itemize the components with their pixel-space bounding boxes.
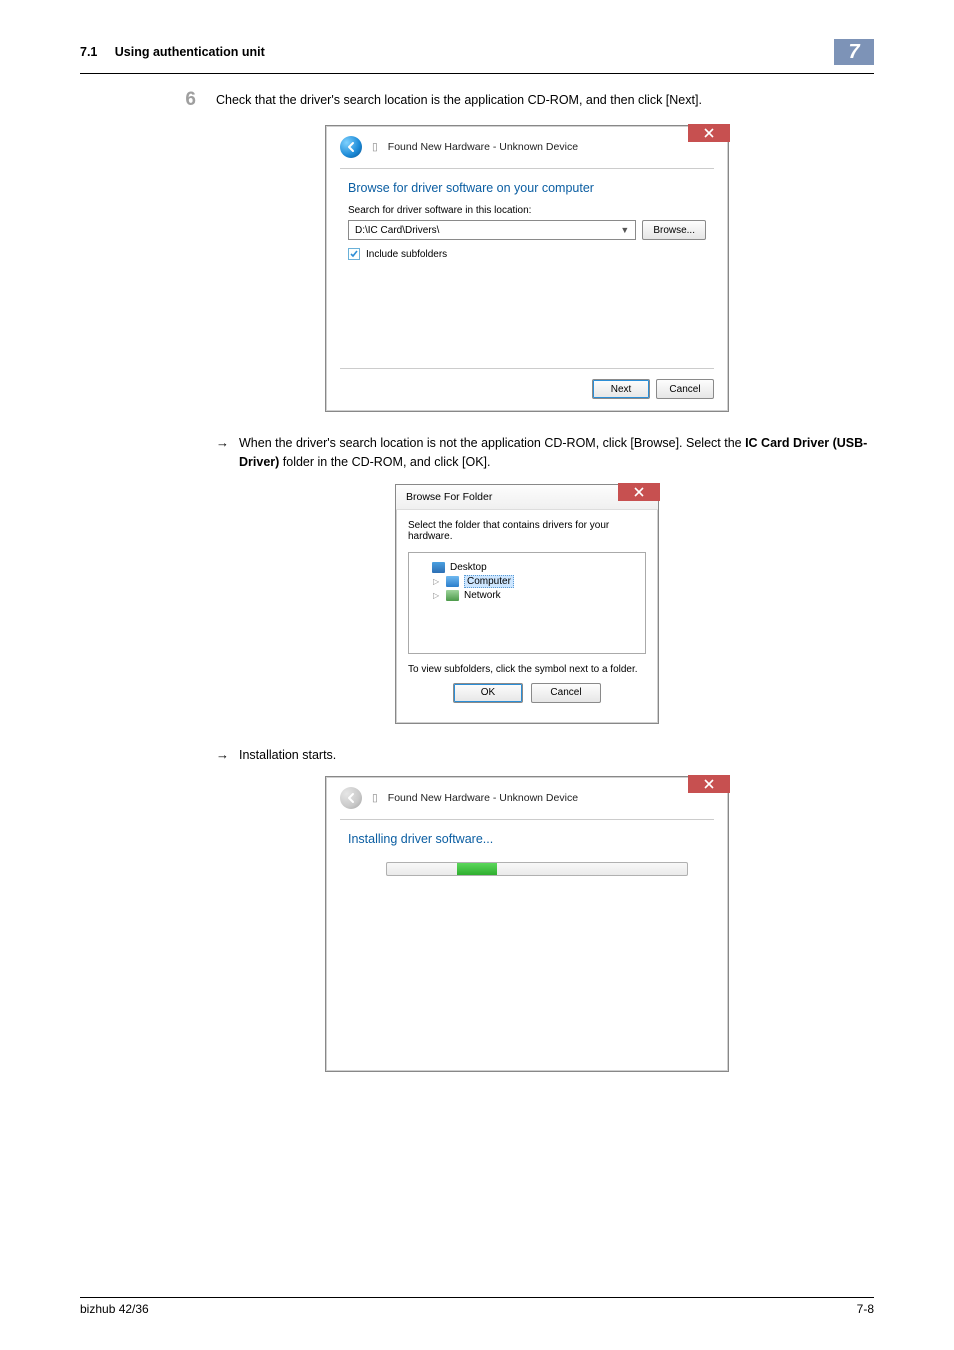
installing-dialog: ▯ Found New Hardware - Unknown Device In… xyxy=(325,776,729,1072)
folder-tree[interactable]: Desktop ▷ Computer ▷ Network xyxy=(408,552,646,654)
expand-icon[interactable]: ▷ xyxy=(433,577,441,586)
browse-button[interactable]: Browse... xyxy=(642,220,706,240)
selected-item: Computer xyxy=(464,575,514,588)
desktop-icon xyxy=(432,562,445,573)
dialog-title: Found New Hardware - Unknown Device xyxy=(388,792,578,804)
footer-product: bizhub 42/36 xyxy=(80,1302,149,1316)
tree-item-computer[interactable]: ▷ Computer xyxy=(419,574,635,589)
search-location-value: D:\IC Card\Drivers\ xyxy=(355,225,439,236)
close-button[interactable] xyxy=(688,124,730,142)
tree-item-desktop[interactable]: Desktop xyxy=(419,561,635,574)
progress-bar xyxy=(386,862,688,876)
section-number: 7.1 xyxy=(80,45,97,59)
dialog-heading: Installing driver software... xyxy=(326,820,728,858)
dialog-hint: To view subfolders, click the symbol nex… xyxy=(408,664,646,675)
step-text: Check that the driver's search location … xyxy=(216,92,702,110)
chapter-number: 7 xyxy=(848,41,859,64)
dialog-title: Found New Hardware - Unknown Device xyxy=(388,141,578,153)
tree-item-network[interactable]: ▷ Network xyxy=(419,589,635,602)
browse-driver-dialog: ▯ Found New Hardware - Unknown Device Br… xyxy=(325,125,729,412)
substep-browse: → When the driver's search location is n… xyxy=(180,434,874,472)
computer-icon xyxy=(446,576,459,587)
back-icon-disabled xyxy=(340,787,362,809)
include-subfolders-label: Include subfolders xyxy=(366,249,447,260)
dialog-message: Select the folder that contains drivers … xyxy=(408,520,646,542)
cancel-button[interactable]: Cancel xyxy=(531,683,601,703)
close-button[interactable] xyxy=(688,775,730,793)
browse-for-folder-dialog: Browse For Folder Select the folder that… xyxy=(395,484,659,724)
cancel-button[interactable]: Cancel xyxy=(656,379,714,399)
section-title: Using authentication unit xyxy=(115,45,265,59)
include-subfolders-checkbox[interactable] xyxy=(348,248,360,260)
footer-page-number: 7-8 xyxy=(857,1302,874,1316)
chevron-down-icon: ▼ xyxy=(620,225,629,235)
network-icon xyxy=(446,590,459,601)
arrow-icon: → xyxy=(216,747,229,762)
back-icon[interactable] xyxy=(340,136,362,158)
progress-indicator xyxy=(457,863,497,875)
substep-text: Installation starts. xyxy=(239,746,336,765)
search-location-combo[interactable]: D:\IC Card\Drivers\ ▼ xyxy=(348,220,636,240)
search-location-label: Search for driver software in this locat… xyxy=(348,205,706,216)
substep-text: When the driver's search location is not… xyxy=(239,434,874,472)
arrow-icon: → xyxy=(216,435,229,450)
page-footer: bizhub 42/36 7-8 xyxy=(80,1297,874,1316)
step-6: 6 Check that the driver's search locatio… xyxy=(180,92,874,111)
page-header: 7.1 Using authentication unit 7 xyxy=(80,45,874,74)
chapter-badge: 7 xyxy=(834,39,874,65)
next-button[interactable]: Next xyxy=(592,379,650,399)
substep-installation: → Installation starts. xyxy=(180,746,874,765)
step-number: 6 xyxy=(180,89,196,111)
ok-button[interactable]: OK xyxy=(453,683,523,703)
dialog-heading: Browse for driver software on your compu… xyxy=(326,169,728,205)
expand-icon[interactable]: ▷ xyxy=(433,591,441,600)
section-heading: 7.1 Using authentication unit xyxy=(80,45,265,59)
close-button[interactable] xyxy=(618,483,660,501)
